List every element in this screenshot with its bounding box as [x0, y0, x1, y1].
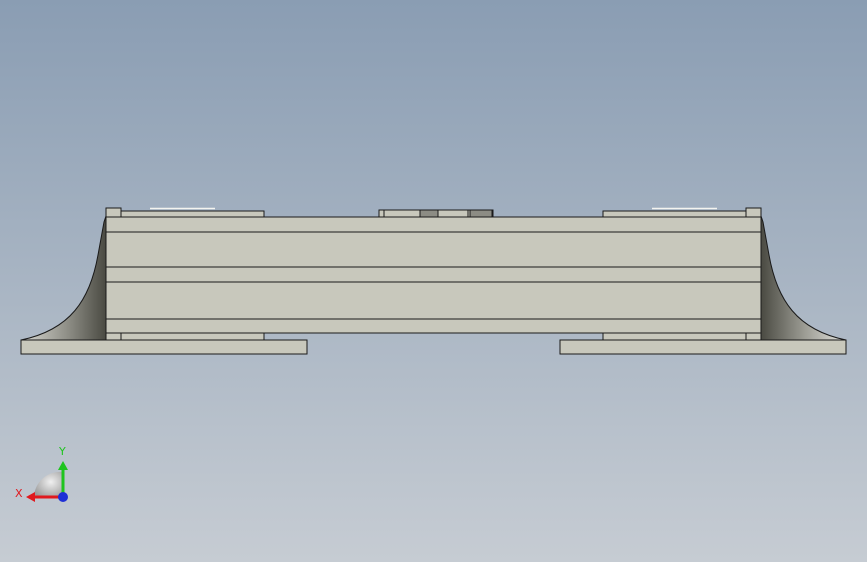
- part-model[interactable]: [20, 207, 847, 355]
- right-base-flange[interactable]: [559, 339, 847, 355]
- bottom-left-lip[interactable]: [120, 332, 265, 341]
- model-view[interactable]: X Y: [0, 0, 867, 562]
- main-body[interactable]: [105, 216, 762, 334]
- bottom-left-corner[interactable]: [105, 332, 122, 341]
- top-center-slot-left[interactable]: [419, 209, 439, 218]
- top-left-boss[interactable]: [120, 210, 265, 218]
- bottom-right-corner[interactable]: [745, 332, 762, 341]
- graphics-viewport[interactable]: X Y: [0, 0, 867, 562]
- z-axis-dot: [58, 492, 68, 502]
- top-left-corner[interactable]: [105, 207, 122, 218]
- bottom-right-lip[interactable]: [602, 332, 747, 341]
- y-axis-label: Y: [58, 445, 66, 458]
- left-base-flange[interactable]: [20, 339, 308, 355]
- top-center-slot-right[interactable]: [469, 209, 493, 218]
- top-right-corner[interactable]: [745, 207, 762, 218]
- top-right-boss[interactable]: [602, 210, 747, 218]
- x-axis-label: X: [15, 487, 23, 500]
